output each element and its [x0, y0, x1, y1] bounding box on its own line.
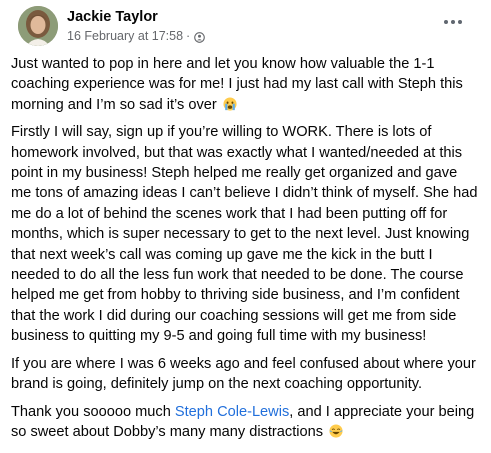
post-paragraph-2: Firstly I will say, sign up if you’re wi… [11, 124, 478, 345]
post-header: Jackie Taylor 16 February at 17:58 · [10, 0, 479, 48]
post-meta: Jackie Taylor 16 February at 17:58 · [67, 8, 206, 44]
post-paragraph-1: Just wanted to pop in here and let you k… [11, 54, 481, 115]
separator-dot: · [186, 29, 191, 43]
mention-link[interactable]: Steph Cole-Lewis [175, 404, 289, 420]
friends-icon[interactable] [194, 31, 206, 43]
post-paragraph-4: Thank you sooooo much Steph Cole-Lewis, … [11, 402, 481, 443]
author-avatar[interactable] [18, 6, 58, 46]
paragraph-text-before-link: Thank you sooooo much [11, 403, 175, 420]
laughing-face-emoji-icon [329, 424, 343, 438]
post-subline: 16 February at 17:58 · [67, 28, 206, 44]
post-timestamp[interactable]: 16 February at 17:58 [67, 28, 183, 44]
paragraph-text: Just wanted to pop in here and let you k… [11, 56, 463, 113]
crying-face-emoji-icon [223, 97, 237, 111]
author-name[interactable]: Jackie Taylor [67, 8, 205, 26]
facebook-post: Jackie Taylor 16 February at 17:58 · Jus… [0, 0, 491, 453]
post-body: Just wanted to pop in here and let you k… [11, 54, 481, 449]
post-paragraph-3: If you are where I was 6 weeks ago and f… [11, 355, 476, 393]
avatar-photo-icon [18, 6, 58, 46]
more-options-icon[interactable] [439, 12, 467, 32]
